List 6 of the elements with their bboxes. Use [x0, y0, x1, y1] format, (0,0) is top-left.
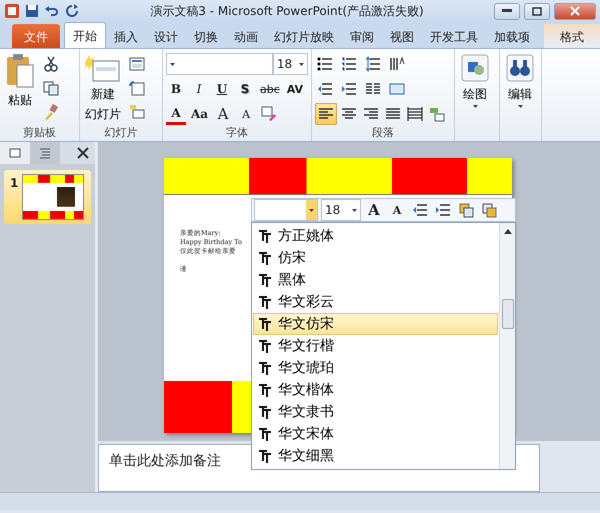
slide-number: 1: [10, 175, 18, 192]
group-label: 剪贴板: [22, 125, 57, 141]
group-label: 段落: [371, 125, 395, 141]
group-label: 幻灯片: [104, 125, 138, 141]
group-label: 字体: [225, 125, 249, 141]
window-title: 演示文稿3 - Microsoft PowerPoint(产品激活失败): [149, 3, 425, 20]
